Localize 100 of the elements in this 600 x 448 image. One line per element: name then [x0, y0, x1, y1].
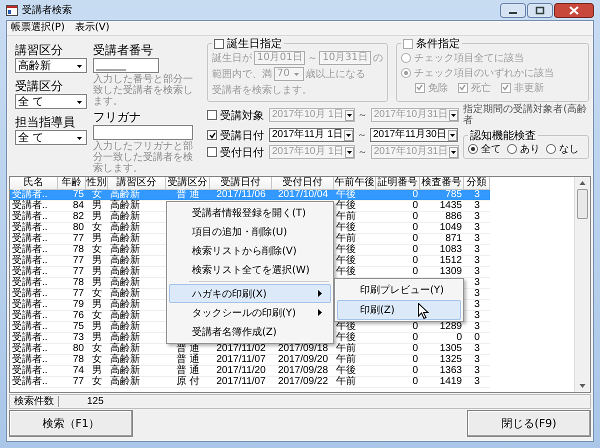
menu-item[interactable]: ハガキの印刷(X) — [169, 284, 331, 304]
table-cell: 75 — [72, 190, 84, 200]
menu-item[interactable]: 表示(V) — [74, 22, 110, 34]
checkbox[interactable] — [402, 38, 413, 48]
dropdown[interactable]: 全 て — [15, 94, 87, 109]
table-cell: 受講者.. — [12, 245, 48, 255]
maximize-icon[interactable] — [527, 2, 553, 18]
table-cell: 普 通 — [176, 366, 200, 376]
input-field[interactable] — [93, 125, 193, 140]
checkbox[interactable] — [207, 147, 217, 157]
close-icon[interactable] — [554, 2, 594, 18]
table-cell: 午後 — [336, 267, 356, 277]
input-field[interactable]: ______ — [93, 58, 159, 73]
checkbox[interactable] — [500, 82, 511, 92]
table-cell: 午前 — [336, 355, 356, 365]
table-cell: 女 — [92, 355, 102, 365]
table-cell: 午後 — [336, 201, 356, 211]
table-cell: 74 — [72, 366, 84, 376]
table-cell: 男 — [92, 300, 102, 310]
checkbox[interactable] — [458, 82, 468, 92]
hint-text: 入力したフリガナと部分一致した受講者を検索します。 — [93, 141, 194, 174]
table-cell: 受講者.. — [12, 322, 48, 332]
range-separator: ～ — [356, 129, 367, 142]
table-cell: 高齢新 — [110, 300, 140, 310]
radio-button[interactable] — [400, 68, 411, 78]
table-row[interactable]: 受講者.. 77 女 高齢新 原 付 2017/11/07 2017/09/22 午前 0 1419 3 — [10, 377, 490, 388]
close-button[interactable]: 閉じる(F9) — [467, 410, 591, 437]
hint-text: 入力した番号と部分一致した受講者を検索します。 — [93, 74, 194, 107]
search-button[interactable]: 検索（F1） — [9, 410, 133, 437]
column-header[interactable]: 性別 — [86, 177, 108, 190]
checkbox-label: 誕生日指定 — [227, 37, 282, 50]
radio-button[interactable] — [546, 144, 556, 154]
table-cell: 受講者.. — [12, 377, 48, 387]
column-header[interactable]: 受講日付 — [210, 177, 272, 190]
column-header[interactable]: 年齢 — [58, 177, 86, 190]
table-cell: 3 — [474, 201, 480, 211]
column-header[interactable]: 証明番号 — [376, 177, 420, 190]
table-cell: 普 通 — [176, 190, 200, 200]
checkbox[interactable] — [214, 38, 224, 48]
table-cell: 午後 — [336, 190, 356, 200]
table-cell: 3 — [474, 322, 480, 332]
scrollbar[interactable] — [574, 177, 590, 392]
radio-button[interactable] — [468, 144, 478, 154]
table-cell: 78 — [72, 278, 84, 288]
table-cell: 男 — [92, 322, 102, 332]
table-cell: 女 — [92, 344, 102, 354]
table-row[interactable]: 受講者.. 74 男 高齢新 普 通 2017/11/20 2017/09/28 午後 0 1363 3 — [10, 366, 490, 377]
radio-button[interactable] — [400, 52, 411, 62]
table-cell: 3 — [474, 212, 480, 222]
checkbox[interactable] — [414, 82, 425, 92]
table-cell: 男 — [92, 333, 102, 343]
table-cell: 78 — [72, 355, 84, 365]
table-cell: 3 — [474, 223, 480, 233]
dropdown[interactable]: 全 て — [15, 130, 87, 145]
column-header[interactable]: 午前午後 — [334, 177, 376, 190]
table-cell: 高齢新 — [110, 322, 140, 332]
field-label: 受講区分 — [15, 79, 64, 93]
column-header[interactable]: 氏名 — [10, 177, 58, 190]
table-cell: 0 — [412, 245, 418, 255]
table-cell: 2017/11/07 — [216, 355, 266, 365]
table-cell: 受講者.. — [12, 355, 48, 365]
menu-item[interactable]: 印刷プレビュー(Y) — [337, 280, 461, 300]
table-cell: 午後 — [336, 333, 356, 343]
dropdown[interactable]: 高齢新 — [15, 58, 87, 73]
date-picker[interactable]: 2017年11月30日 — [370, 128, 458, 142]
column-header[interactable]: 講習区分 — [108, 177, 166, 190]
table-cell: 高齢新 — [110, 223, 140, 233]
table-cell: 受講者.. — [12, 344, 48, 354]
table-cell: 2017/10/04 — [278, 190, 328, 200]
table-cell: 2017/09/28 — [278, 366, 328, 376]
table-row[interactable]: 受講者.. 78 女 高齢新 普 通 2017/11/07 2017/09/20 午前 0 1325 3 — [10, 355, 490, 366]
menu-item[interactable]: 帳票選択(P) — [11, 22, 65, 34]
table-cell: 0 — [412, 333, 418, 343]
menu-item[interactable]: タックシールの印刷(Y) — [169, 303, 331, 322]
scrollbar-thumb[interactable] — [577, 189, 588, 219]
table-cell: 0 — [412, 190, 418, 200]
table-cell: 0 — [412, 355, 418, 365]
table-cell: 2017/11/02 — [216, 344, 266, 354]
minimize-icon[interactable] — [500, 2, 526, 18]
radio-button[interactable] — [507, 144, 518, 154]
field-label: 講習区分 — [15, 43, 64, 57]
column-header[interactable]: 受付日付 — [272, 177, 334, 190]
date-picker[interactable]: 2017年11月 1日 — [269, 128, 354, 142]
column-header[interactable]: 分類 — [464, 177, 490, 190]
checkbox[interactable] — [207, 130, 217, 140]
table-cell: 3 — [474, 245, 480, 255]
table-cell: 871 — [445, 234, 462, 244]
table-cell: 午後 — [336, 366, 356, 376]
table-cell: 午前 — [336, 344, 356, 354]
table-cell: 80 — [72, 223, 84, 233]
menu-item[interactable]: 印刷(Z) — [337, 300, 461, 320]
table-cell: 0 — [412, 344, 418, 354]
range-separator: ～ — [358, 109, 368, 122]
birthday-text: 範囲内で、満 — [212, 68, 272, 81]
table-cell: 午後 — [336, 223, 356, 233]
table-cell: 82 — [72, 212, 84, 222]
column-header[interactable]: 検査番号 — [420, 177, 464, 190]
checkbox[interactable] — [207, 110, 217, 120]
table-cell: 3 — [474, 190, 480, 200]
column-header[interactable]: 受講区分 — [166, 177, 210, 190]
